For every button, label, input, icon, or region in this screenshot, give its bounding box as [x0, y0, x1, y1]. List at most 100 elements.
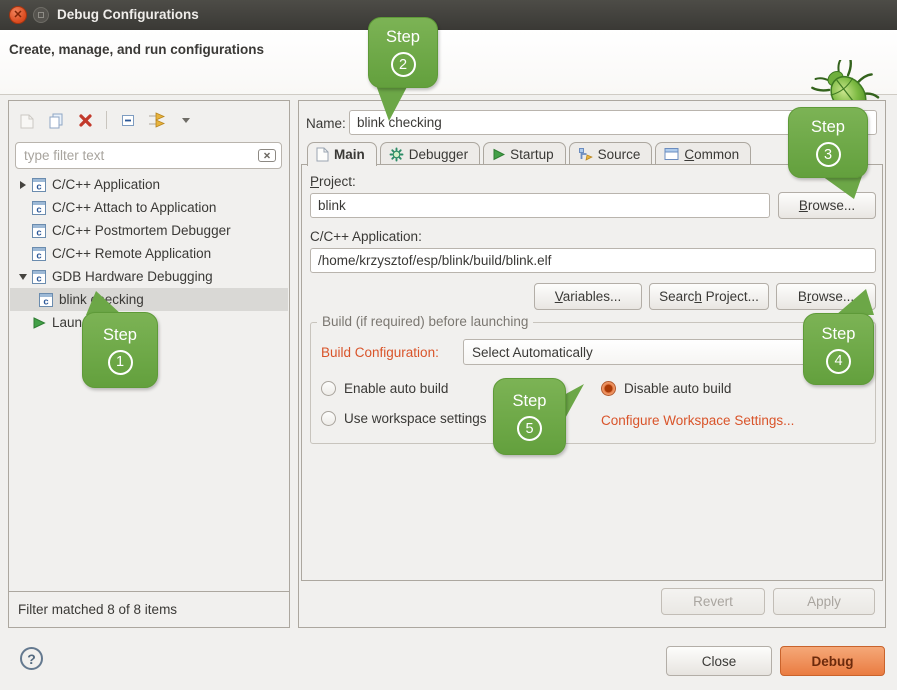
step-number: 3	[816, 142, 841, 167]
configuration-detail-panel: Name: Main Debugger Startup Source Commo…	[298, 100, 886, 628]
build-group-legend: Build (if required) before launching	[317, 314, 533, 329]
step-4-pointer	[836, 289, 874, 315]
source-tab-icon	[578, 147, 593, 162]
step-5-callout: Step 5	[493, 378, 566, 455]
expander-expanded-icon[interactable]	[16, 274, 29, 280]
build-configuration-value: Select Automatically	[472, 345, 593, 360]
tree-item-cpp-attach[interactable]: c C/C++ Attach to Application	[10, 196, 288, 219]
radio-label: Disable auto build	[624, 381, 731, 396]
use-workspace-settings-option[interactable]: Use workspace settings	[321, 411, 487, 426]
step-3-pointer	[820, 176, 864, 199]
step-2-callout: Step 2	[368, 17, 438, 88]
svg-text:c: c	[36, 250, 41, 261]
c-application-icon: c	[32, 201, 46, 215]
duplicate-configuration-icon[interactable]	[46, 110, 66, 130]
project-input[interactable]	[310, 193, 770, 218]
tree-item-label: GDB Hardware Debugging	[52, 269, 213, 284]
startup-tab-icon	[492, 148, 505, 161]
tab-main[interactable]: Main	[307, 142, 377, 166]
step-number: 2	[391, 52, 416, 77]
close-button[interactable]: Close	[666, 646, 772, 676]
enable-auto-build-radio[interactable]	[321, 381, 336, 396]
restore-window-icon[interactable]	[33, 7, 49, 23]
disable-auto-build-radio[interactable]	[601, 381, 616, 396]
main-tab-content: Project: Browse... C/C++ Application: Va…	[301, 164, 883, 581]
disable-auto-build-option[interactable]: Disable auto build	[601, 381, 731, 396]
expander-collapsed-icon[interactable]	[16, 181, 29, 189]
step-1-callout: Step 1	[82, 312, 158, 388]
close-window-icon[interactable]: ✕	[9, 6, 27, 24]
radio-label: Use workspace settings	[344, 411, 487, 426]
help-icon[interactable]: ?	[20, 647, 43, 670]
c-application-icon: c	[32, 270, 46, 284]
c-application-icon: c	[39, 293, 53, 307]
c-application-icon: c	[32, 247, 46, 261]
tab-startup[interactable]: Startup	[483, 142, 566, 165]
project-label: Project:	[310, 174, 356, 189]
tree-item-blink-checking[interactable]: c blink checking	[10, 288, 288, 311]
svg-text:c: c	[43, 296, 48, 307]
tree-item-label: C/C++ Attach to Application	[52, 200, 216, 215]
svg-text:c: c	[36, 204, 41, 215]
common-tab-icon	[664, 147, 679, 161]
tree-item-cpp-remote[interactable]: c C/C++ Remote Application	[10, 242, 288, 265]
new-configuration-icon[interactable]	[17, 110, 37, 130]
titlebar: ✕ Debug Configurations	[0, 0, 897, 30]
c-application-icon: c	[32, 224, 46, 238]
debug-button[interactable]: Debug	[780, 646, 885, 676]
collapse-all-icon[interactable]	[118, 110, 138, 130]
tab-label: Source	[598, 147, 641, 162]
configurations-toolbar	[9, 101, 289, 139]
filter-input[interactable]	[15, 142, 282, 169]
dialog-header: Create, manage, and run configurations	[0, 30, 897, 95]
filter-configurations-icon[interactable]	[147, 110, 167, 130]
step-label: Step	[513, 392, 547, 411]
tree-item-gdb-hardware-debugging[interactable]: c GDB Hardware Debugging	[10, 265, 288, 288]
application-input[interactable]	[310, 248, 876, 273]
toolbar-menu-dropdown-icon[interactable]	[176, 110, 196, 130]
step-2-pointer	[372, 85, 412, 121]
tab-debugger[interactable]: Debugger	[380, 142, 480, 165]
dialog-header-title: Create, manage, and run configurations	[9, 42, 264, 57]
radio-label: Enable auto build	[344, 381, 448, 396]
step-label: Step	[386, 28, 420, 47]
tab-common[interactable]: Common	[655, 142, 751, 165]
tree-item-label: C/C++ Postmortem Debugger	[52, 223, 231, 238]
tab-label: Startup	[510, 147, 554, 162]
revert-button[interactable]: Revert	[661, 588, 765, 615]
step-number: 5	[517, 416, 542, 441]
application-label: C/C++ Application:	[310, 229, 422, 244]
configure-workspace-settings-link[interactable]: Configure Workspace Settings...	[601, 413, 794, 428]
svg-text:c: c	[36, 227, 41, 238]
tree-item-label: C/C++ Application	[52, 177, 160, 192]
delete-configuration-icon[interactable]	[75, 110, 95, 130]
use-workspace-settings-radio[interactable]	[321, 411, 336, 426]
debugger-tab-icon	[389, 147, 404, 162]
step-number: 4	[826, 349, 851, 374]
search-project-button[interactable]: Search Project...	[649, 283, 769, 310]
enable-auto-build-option[interactable]: Enable auto build	[321, 381, 448, 396]
tree-item-cpp-application[interactable]: c C/C++ Application	[10, 173, 288, 196]
name-label: Name:	[306, 116, 346, 131]
build-before-launch-group: Build (if required) before launching Bui…	[310, 322, 876, 444]
svg-text:c: c	[36, 273, 41, 284]
step-4-callout: Step 4	[803, 313, 874, 385]
step-number: 1	[108, 350, 133, 375]
tree-item-cpp-postmortem[interactable]: c C/C++ Postmortem Debugger	[10, 219, 288, 242]
svg-text:c: c	[36, 181, 41, 192]
step-label: Step	[103, 326, 137, 345]
debug-configurations-dialog: ✕ Debug Configurations Create, manage, a…	[0, 0, 897, 690]
tab-source[interactable]: Source	[569, 142, 653, 165]
step-3-callout: Step 3	[788, 107, 868, 178]
tab-bar: Main Debugger Startup Source Common	[307, 142, 754, 165]
main-tab-icon	[316, 147, 329, 162]
tree-item-label: C/C++ Remote Application	[52, 246, 211, 261]
tab-label: Common	[684, 147, 739, 162]
filter-field-wrap	[15, 142, 282, 169]
build-configuration-label: Build Configuration:	[321, 345, 439, 360]
variables-button[interactable]: Variables...	[534, 283, 642, 310]
step-label: Step	[811, 118, 845, 137]
apply-button[interactable]: Apply	[773, 588, 875, 615]
tab-label: Debugger	[409, 147, 468, 162]
clear-filter-icon[interactable]	[258, 149, 276, 167]
